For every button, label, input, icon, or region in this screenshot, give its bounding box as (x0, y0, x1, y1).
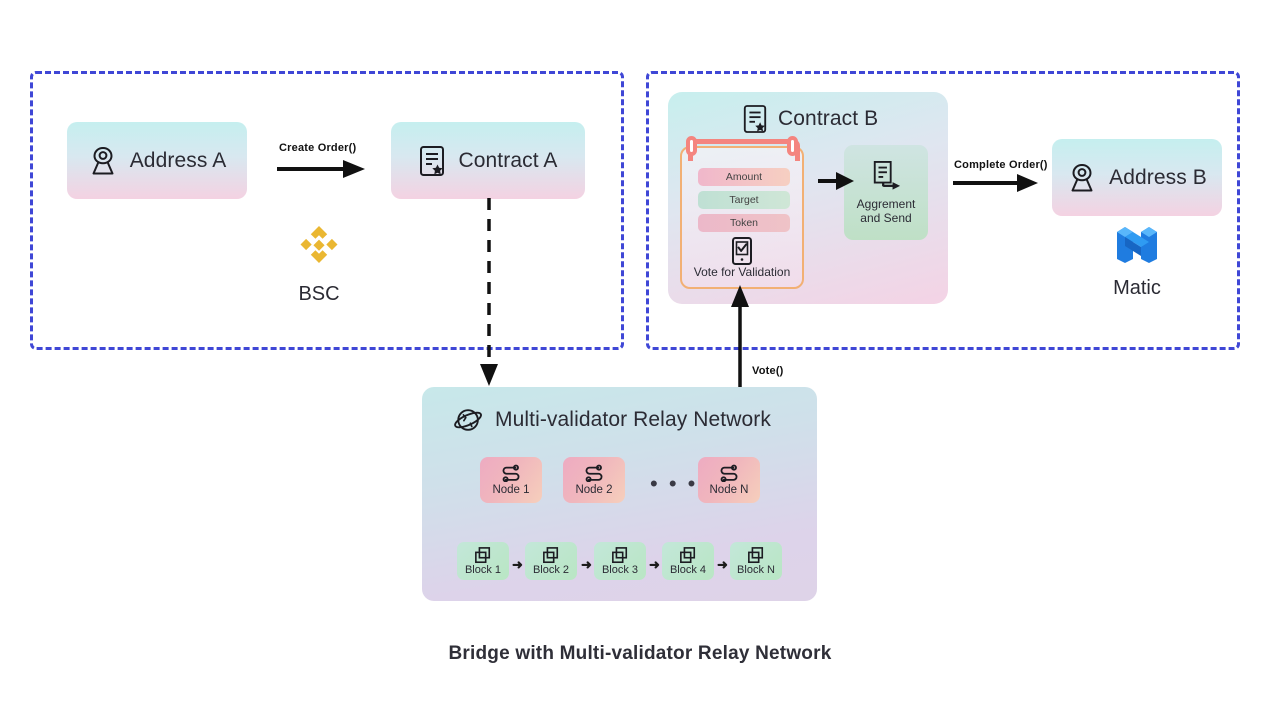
chain-block-label: Block 2 (532, 563, 570, 576)
block-arrow: ➜ (717, 557, 728, 572)
relay-node-label: Node 2 (575, 484, 613, 496)
vote-arrow-label: Vote() (752, 365, 784, 377)
chain-block-label: Block N (737, 563, 775, 576)
contract-document-icon (418, 145, 446, 177)
block-arrow: ➜ (649, 557, 660, 572)
vote-for-validation-label: Vote for Validation (693, 265, 791, 279)
clipboard-ring-right (787, 136, 798, 156)
stacked-blocks-icon (679, 546, 697, 564)
node-link-icon (583, 464, 605, 482)
globe-network-icon (454, 406, 484, 434)
stacked-blocks-icon (542, 546, 560, 564)
chain-block-label: Block 3 (601, 563, 639, 576)
aggrement-and-send-card[interactable]: Aggrement and Send (844, 145, 928, 240)
relay-node[interactable]: Node 2 (563, 457, 625, 503)
address-pin-icon (88, 145, 118, 177)
clipboard-bar (688, 139, 800, 161)
contract-b-card[interactable]: Contract B Amount Target Token Vote for … (668, 92, 948, 304)
matic-chain-name: Matic (1113, 277, 1161, 299)
figure-caption: Bridge with Multi-validator Relay Networ… (448, 643, 832, 664)
chain-block[interactable]: Block 4 (662, 542, 714, 580)
binance-logo-icon (293, 222, 345, 274)
address-b-label: Address B (1109, 165, 1207, 189)
chain-block[interactable]: Block N (730, 542, 782, 580)
clipboard-ring-left (686, 136, 697, 156)
matic-logo-icon (1111, 218, 1163, 268)
diagram-canvas: Address A Create Order() Contract A BSC … (0, 0, 1280, 720)
contract-document-icon (742, 104, 768, 134)
relay-title-label: Multi-validator Relay Network (495, 408, 771, 431)
stacked-blocks-icon (474, 546, 492, 564)
relay-node-label: Node N (709, 484, 749, 496)
relay-header: Multi-validator Relay Network (454, 406, 771, 434)
pill-amount: Amount (698, 168, 790, 186)
create-order-arrow (277, 158, 365, 180)
pill-token: Token (698, 214, 790, 232)
nodes-ellipsis: • • • (650, 471, 698, 496)
phone-check-icon (731, 236, 753, 266)
chain-block[interactable]: Block 3 (594, 542, 646, 580)
contract-b-label: Contract B (778, 107, 879, 130)
address-a-card[interactable]: Address A (67, 122, 247, 199)
chain-block[interactable]: Block 2 (525, 542, 577, 580)
chain-block-label: Block 1 (464, 563, 502, 576)
complete-order-arrow (953, 172, 1038, 194)
validation-clipboard: Amount Target Token Vote for Validation (680, 136, 804, 289)
chain-block[interactable]: Block 1 (457, 542, 509, 580)
clipboard-to-aggrement-arrow (818, 170, 854, 192)
stacked-blocks-icon (611, 546, 629, 564)
bsc-chain-panel (30, 71, 624, 350)
document-send-icon (871, 160, 901, 192)
stacked-blocks-icon (747, 546, 765, 564)
relay-node[interactable]: Node 1 (480, 457, 542, 503)
address-a-label: Address A (129, 148, 227, 172)
block-arrow: ➜ (512, 557, 523, 572)
aggrement-line-1: Aggrement (856, 196, 916, 211)
bsc-chain-name: BSC (298, 283, 340, 305)
relay-node-label: Node 1 (492, 484, 530, 496)
create-order-label: Create Order() (279, 142, 357, 154)
contract-a-card[interactable]: Contract A (391, 122, 585, 199)
contract-a-to-relay-arrow (477, 198, 501, 388)
matic-chain-logo: Matic (1087, 218, 1187, 300)
bsc-chain-logo: BSC (269, 222, 369, 306)
address-pin-icon (1067, 162, 1097, 194)
vote-arrow (728, 285, 752, 395)
block-arrow: ➜ (581, 557, 592, 572)
complete-order-label: Complete Order() (954, 159, 1048, 171)
multi-validator-relay-network: Multi-validator Relay Network Node 1 Nod… (422, 387, 817, 601)
aggrement-line-2: and Send (860, 210, 912, 225)
node-link-icon (500, 464, 522, 482)
contract-a-label: Contract A (458, 148, 558, 172)
address-b-card[interactable]: Address B (1052, 139, 1222, 216)
contract-b-header: Contract B (742, 104, 878, 134)
relay-node[interactable]: Node N (698, 457, 760, 503)
node-link-icon (718, 464, 740, 482)
pill-target: Target (698, 191, 790, 209)
chain-block-label: Block 4 (669, 563, 707, 576)
